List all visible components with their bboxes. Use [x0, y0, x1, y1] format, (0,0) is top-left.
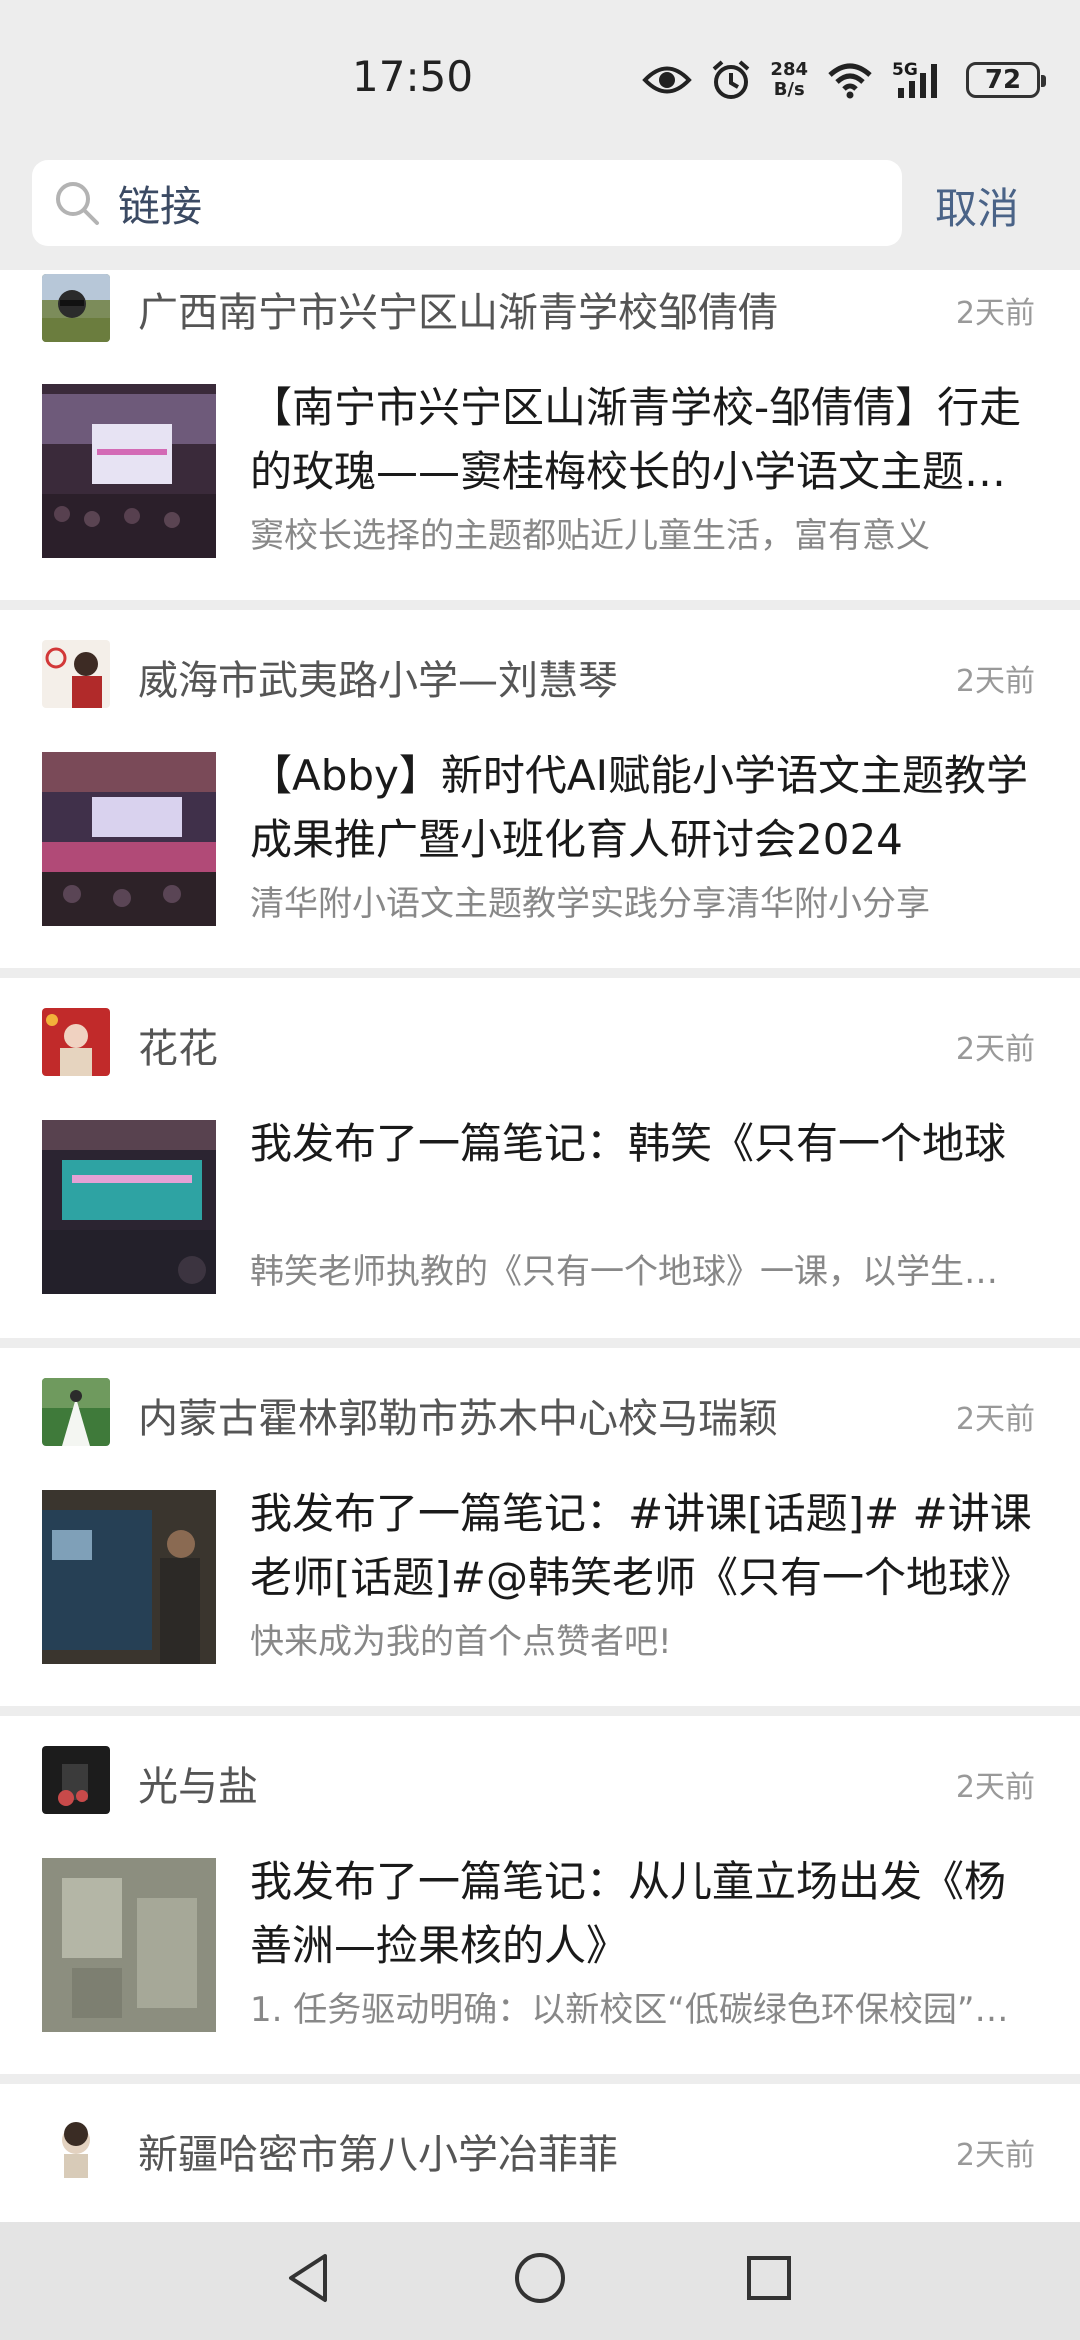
avatar[interactable] [42, 640, 110, 708]
result-card[interactable]: 花花 2天前 我发布了一篇笔记：韩笑《只有一个地球 韩笑老师执教的《只有一个地球… [0, 978, 1080, 1338]
avatar[interactable] [42, 1746, 110, 1814]
back-icon[interactable] [283, 2250, 333, 2306]
author-name[interactable]: 光与盐 [138, 1754, 258, 1812]
post-title[interactable]: 我发布了一篇笔记：#讲课[话题]# #讲课老师[话题]#@韩笑老师《只有一个地球… [250, 1482, 1040, 1610]
thumbnail[interactable] [42, 1490, 216, 1664]
signal-indicator: 5G [892, 60, 948, 100]
post-time: 2天前 [955, 296, 1035, 331]
author-name[interactable]: 花花 [138, 1016, 218, 1074]
post-title[interactable]: 我发布了一篇笔记：韩笑《只有一个地球 [250, 1112, 1040, 1176]
battery-indicator: 72 [966, 62, 1046, 98]
result-card[interactable]: 光与盐 2天前 我发布了一篇笔记：从儿童立场出发《杨善洲—捡果核的人》 1. 任… [0, 1716, 1080, 2074]
avatar[interactable] [42, 1378, 110, 1446]
status-bar: 17:50 284 B/s 5G 72 [0, 0, 1080, 150]
post-time: 2天前 [955, 2138, 1035, 2173]
post-time: 2天前 [955, 1032, 1035, 1067]
author-name[interactable]: 广西南宁市兴宁区山渐青学校邹倩倩 [138, 280, 778, 338]
avatar[interactable] [42, 274, 110, 342]
speed-value: 284 [770, 59, 808, 80]
post-summary: 清华附小语文主题教学实践分享清华附小分享 [250, 884, 930, 924]
author-name[interactable]: 威海市武夷路小学—刘慧琴 [138, 648, 618, 706]
network-speed: 284 B/s [770, 60, 808, 100]
result-card[interactable]: 威海市武夷路小学—刘慧琴 2天前 【Abby】新时代AI赋能小学语文主题教学成果… [0, 610, 1080, 968]
signal-icon [898, 64, 937, 98]
status-icons: 284 B/s 5G 72 [642, 52, 1046, 108]
post-time: 2天前 [955, 664, 1035, 699]
post-summary: 1. 任务驱动明确：以新校区“低碳绿色环保校园”为情境 [250, 1990, 1030, 2030]
post-title[interactable]: 【Abby】新时代AI赋能小学语文主题教学成果推广暨小班化育人研讨会2024 [250, 744, 1040, 872]
post-summary: 韩笑老师执教的《只有一个地球》一课，以学生为主体 [250, 1252, 1030, 1292]
result-card[interactable]: 内蒙古霍林郭勒市苏木中心校马瑞颖 2天前 我发布了一篇笔记：#讲课[话题]# #… [0, 1348, 1080, 1706]
post-summary: 窦校长选择的主题都贴近儿童生活，富有意义 [250, 516, 930, 556]
status-time: 17:50 [352, 52, 474, 101]
recents-icon[interactable] [744, 2250, 794, 2306]
search-results-list: 广西南宁市兴宁区山渐青学校邹倩倩 2天前 【南宁市兴宁区山渐青学校-邹倩倩】行走… [0, 270, 1080, 2222]
post-title[interactable]: 【南宁市兴宁区山渐青学校-邹倩倩】行走的玫瑰——窦桂梅校长的小学语文主题教学 [250, 376, 1040, 504]
thumbnail[interactable] [42, 1120, 216, 1294]
result-card[interactable]: 新疆哈密市第八小学冶菲菲 2天前 [0, 2084, 1080, 2222]
avatar[interactable] [42, 1008, 110, 1076]
author-name[interactable]: 内蒙古霍林郭勒市苏木中心校马瑞颖 [138, 1386, 778, 1444]
wifi-icon [828, 63, 872, 99]
alarm-icon [713, 60, 750, 99]
post-title[interactable]: 我发布了一篇笔记：从儿童立场出发《杨善洲—捡果核的人》 [250, 1850, 1040, 1978]
post-summary: 快来成为我的首个点赞者吧! [250, 1622, 672, 1662]
thumbnail[interactable] [42, 752, 216, 926]
speed-unit: B/s [773, 79, 805, 100]
avatar[interactable] [42, 2114, 110, 2182]
home-icon[interactable] [512, 2250, 568, 2306]
author-name[interactable]: 新疆哈密市第八小学冶菲菲 [138, 2122, 618, 2180]
thumbnail[interactable] [42, 1858, 216, 2032]
search-input[interactable]: 链接 [118, 173, 202, 234]
search-icon [56, 182, 99, 225]
eye-icon [642, 66, 693, 94]
thumbnail[interactable] [42, 384, 216, 558]
search-bar[interactable]: 链接 [32, 160, 902, 246]
post-time: 2天前 [955, 1770, 1035, 1805]
post-time: 2天前 [955, 1402, 1035, 1437]
cancel-button[interactable]: 取消 [935, 175, 1019, 236]
system-nav-bar [0, 2222, 1080, 2340]
result-card[interactable]: 广西南宁市兴宁区山渐青学校邹倩倩 2天前 【南宁市兴宁区山渐青学校-邹倩倩】行走… [0, 270, 1080, 600]
